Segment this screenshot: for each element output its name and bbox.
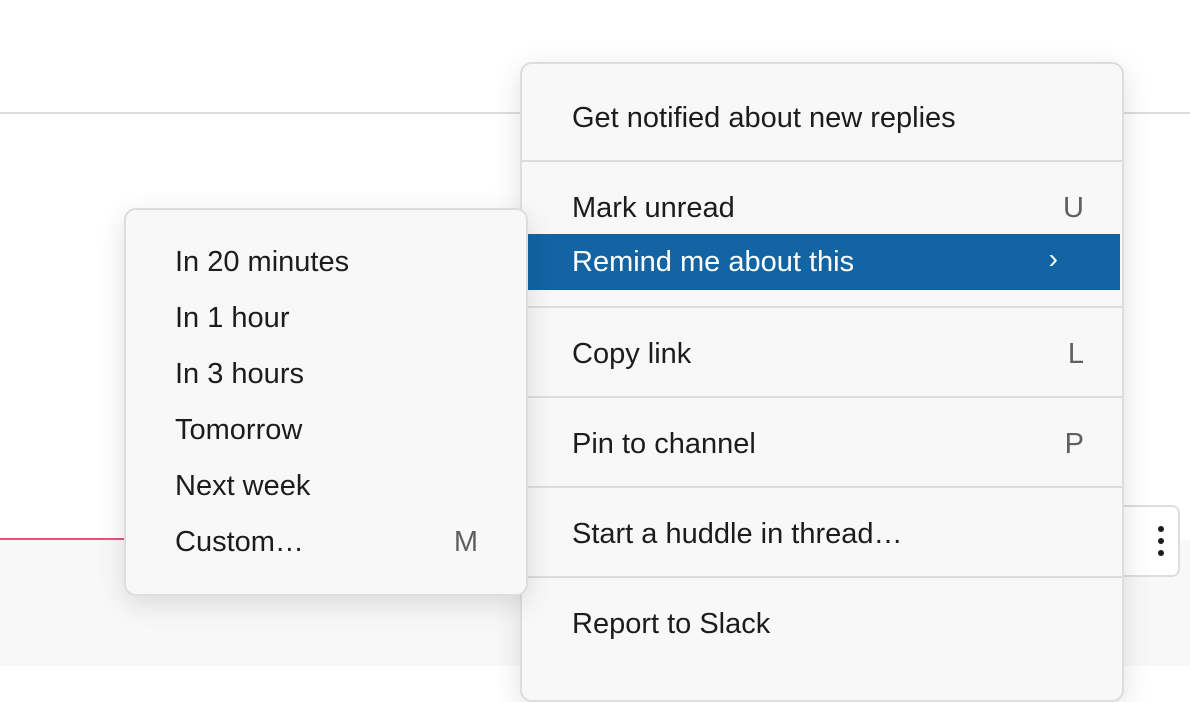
shortcut-key: L <box>1067 337 1084 370</box>
submenu-item-1-hour[interactable]: In 1 hour <box>128 290 524 346</box>
menu-item-label: Pin to channel <box>572 427 756 460</box>
menu-item-label: Mark unread <box>572 191 735 224</box>
shortcut-key: U <box>1063 191 1084 224</box>
vertical-ellipsis-icon <box>1158 526 1164 556</box>
submenu-item-20-minutes[interactable]: In 20 minutes <box>128 234 524 290</box>
remind-me-submenu: In 20 minutes In 1 hour In 3 hours Tomor… <box>124 208 528 596</box>
menu-item-label: Copy link <box>572 337 692 370</box>
submenu-item-custom[interactable]: Custom… M <box>128 514 524 570</box>
message-actions-menu: Get notified about new replies Mark unre… <box>520 62 1124 702</box>
menu-item-get-notified[interactable]: Get notified about new replies <box>528 90 1120 146</box>
menu-item-report-to-slack[interactable]: Report to Slack <box>528 596 1120 652</box>
submenu-item-3-hours[interactable]: In 3 hours <box>128 346 524 402</box>
submenu-item-label: Custom… <box>175 525 304 558</box>
menu-item-label: Report to Slack <box>572 607 771 640</box>
chevron-right-icon: › <box>1048 243 1058 274</box>
menu-separator <box>522 160 1122 162</box>
submenu-item-label: Tomorrow <box>175 413 303 446</box>
menu-item-label: Start a huddle in thread… <box>572 517 903 550</box>
submenu-item-label: In 3 hours <box>175 357 304 390</box>
submenu-item-label: In 1 hour <box>175 301 290 334</box>
menu-item-label: Get notified about new replies <box>572 101 956 134</box>
shortcut-key: M <box>453 525 478 558</box>
menu-item-start-huddle[interactable]: Start a huddle in thread… <box>528 506 1120 562</box>
new-messages-line <box>0 538 130 540</box>
submenu-item-label: In 20 minutes <box>175 245 350 278</box>
submenu-item-label: Next week <box>175 469 311 502</box>
menu-separator <box>522 306 1122 308</box>
menu-item-pin-to-channel[interactable]: Pin to channel P <box>528 416 1120 472</box>
menu-item-remind-me[interactable]: Remind me about this › <box>528 234 1120 290</box>
submenu-item-tomorrow[interactable]: Tomorrow <box>128 402 524 458</box>
menu-separator <box>522 396 1122 398</box>
menu-item-label: Remind me about this <box>572 245 855 278</box>
submenu-item-next-week[interactable]: Next week <box>128 458 524 514</box>
menu-separator <box>522 576 1122 578</box>
shortcut-key: P <box>1064 427 1084 460</box>
menu-item-mark-unread[interactable]: Mark unread U <box>528 180 1120 236</box>
menu-separator <box>522 486 1122 488</box>
menu-item-copy-link[interactable]: Copy link L <box>528 326 1120 382</box>
